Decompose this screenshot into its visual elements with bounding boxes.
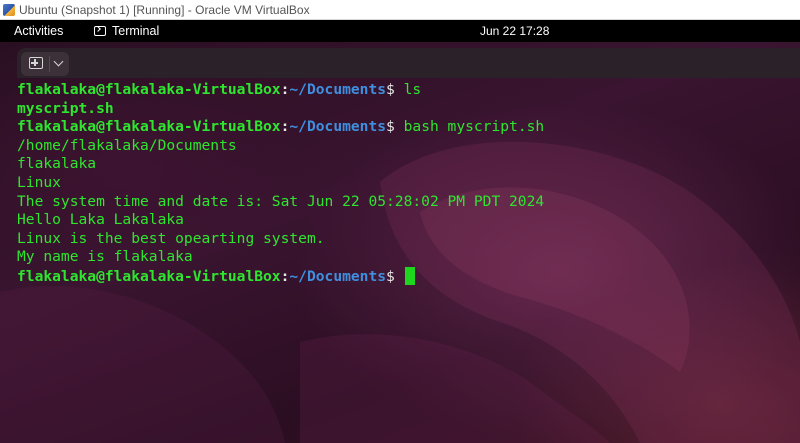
prompt-dollar: $ (386, 81, 395, 98)
prompt-user-host: flakalaka@flakalaka-VirtualBox (17, 81, 281, 98)
panel-clock[interactable]: Jun 22 17:28 (480, 24, 549, 38)
terminal-icon (94, 26, 106, 36)
prompt-command: ls (394, 81, 422, 98)
prompt-user-host: flakalaka@flakalaka-VirtualBox (17, 267, 281, 285)
virtualbox-icon (3, 3, 15, 16)
output-line: My name is flakalaka (17, 248, 193, 266)
output-line: /home/flakalaka/Documents (17, 136, 237, 154)
output-line: flakalaka (17, 155, 97, 173)
prompt-command: bash myscript.sh (394, 118, 545, 136)
prompt-user-host: flakalaka@flakalaka-VirtualBox (17, 118, 281, 136)
prompt-command (395, 268, 404, 285)
prompt-path: ~/Documents (289, 118, 387, 136)
terminal-headerbar (17, 48, 800, 78)
prompt-line: flakalaka@flakalaka-VirtualBox:~/Documen… (17, 266, 797, 286)
output-line: Linux is the best opearting system. (17, 229, 325, 247)
activities-button[interactable]: Activities (14, 24, 63, 38)
output-line: myscript.sh (17, 99, 114, 117)
output-line: Linux (17, 173, 61, 191)
prompt-line: flakalaka@flakalaka-VirtualBox:~/Documen… (17, 118, 797, 137)
window-title: Ubuntu (Snapshot 1) [Running] - Oracle V… (19, 2, 310, 17)
new-tab-icon[interactable] (29, 57, 43, 69)
chevron-down-icon[interactable] (53, 56, 64, 67)
app-menu-label: Terminal (112, 24, 160, 38)
output-line: Hello Laka Lakalaka (17, 211, 184, 229)
output-line: The system time and date is: Sat Jun 22 … (17, 192, 545, 210)
prompt-dollar: $ (386, 267, 395, 285)
ubuntu-top-panel: Activities Terminal Jun 22 17:28 (0, 20, 800, 42)
prompt-path: ~/Documents (289, 267, 387, 285)
terminal-output[interactable]: flakalaka@flakalaka-VirtualBox:~/Documen… (17, 81, 797, 286)
text-cursor (404, 266, 415, 285)
prompt-dollar: $ (386, 118, 395, 136)
button-divider (49, 56, 50, 72)
app-menu-terminal[interactable]: Terminal (94, 24, 159, 38)
new-tab-split-button[interactable] (21, 52, 69, 76)
prompt-line: flakalaka@flakalaka-VirtualBox:~/Documen… (17, 81, 797, 100)
virtualbox-titlebar: Ubuntu (Snapshot 1) [Running] - Oracle V… (0, 0, 800, 20)
prompt-path: ~/Documents (289, 81, 387, 98)
